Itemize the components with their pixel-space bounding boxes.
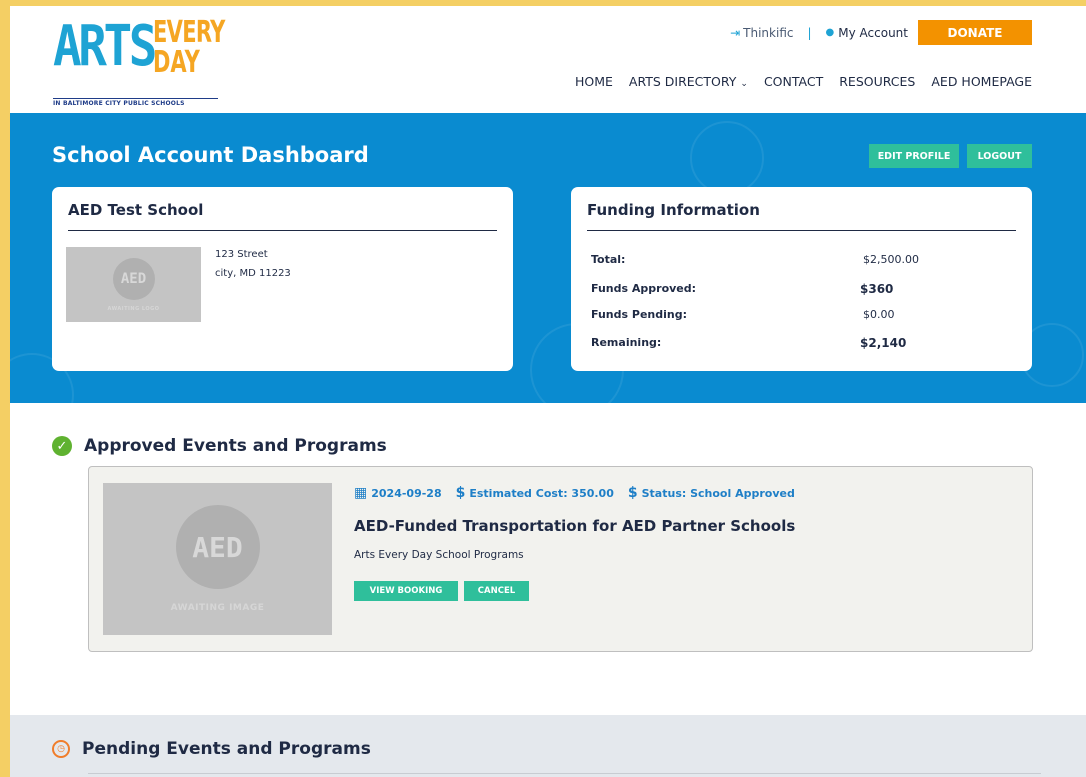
approved-heading-text: Approved Events and Programs xyxy=(84,436,387,456)
edit-profile-button[interactable]: EDIT PROFILE xyxy=(869,144,959,168)
funding-label: Funds Pending: xyxy=(591,308,687,321)
card-divider xyxy=(587,230,1016,231)
funding-label: Remaining: xyxy=(591,336,662,349)
funding-label: Funds Approved: xyxy=(591,282,697,295)
funding-value: $360 xyxy=(860,282,894,296)
school-logo-placeholder: AED AWAITING LOGO xyxy=(66,247,201,322)
view-booking-button[interactable]: VIEW BOOKING xyxy=(354,581,458,601)
school-name: AED Test School xyxy=(68,201,204,219)
donate-button[interactable]: DONATE xyxy=(918,20,1032,45)
dashboard-hero: School Account Dashboard EDIT PROFILE LO… xyxy=(10,113,1086,403)
utility-separator: | xyxy=(807,25,812,40)
my-account-label: My Account xyxy=(838,25,908,40)
doodle-shape xyxy=(690,121,764,195)
my-account-link[interactable]: ● My Account xyxy=(826,26,908,40)
logo-tagline: IN BALTIMORE CITY PUBLIC SCHOOLS xyxy=(53,98,218,107)
event-status-text: Status: School Approved xyxy=(641,486,795,500)
cancel-button[interactable]: CANCEL xyxy=(464,581,529,601)
main-nav: HOME ARTS DIRECTORY ⌄ CONTACT RESOURCES … xyxy=(575,74,1032,89)
school-address: 123 Street city, MD 11223 xyxy=(215,245,291,283)
arts-every-day-logo[interactable]: ARTS EVERY DAY IN BALTIMORE CITY PUBLIC … xyxy=(53,14,225,107)
user-icon: ● xyxy=(825,27,835,38)
funding-title: Funding Information xyxy=(587,201,760,219)
logo-day: DAY xyxy=(153,45,200,80)
funding-label: Total: xyxy=(591,253,626,266)
thinkific-label: Thinkific xyxy=(743,25,794,40)
logo-every: EVERY xyxy=(153,15,225,50)
calendar-icon: ▦ xyxy=(354,485,368,501)
card-divider xyxy=(68,230,497,231)
event-status: $ Status: School Approved xyxy=(628,485,795,501)
funding-card: Funding Information Total: $2,500.00 Fun… xyxy=(571,187,1032,371)
check-circle-icon: ✓ xyxy=(52,436,72,456)
pending-card-edge xyxy=(88,773,1041,774)
approved-section-heading: ✓ Approved Events and Programs xyxy=(52,436,387,456)
event-image-placeholder: AED AWAITING IMAGE xyxy=(103,483,332,635)
event-cost: $ Estimated Cost: 350.00 xyxy=(456,485,614,501)
event-date-text: 2024-09-28 xyxy=(371,486,442,500)
dollar-icon: $ xyxy=(455,485,466,501)
event-date: ▦ 2024-09-28 xyxy=(354,485,442,501)
site-header: ARTS EVERY DAY IN BALTIMORE CITY PUBLIC … xyxy=(10,6,1086,113)
event-subtitle: Arts Every Day School Programs xyxy=(354,549,524,561)
aed-logo-icon: AED xyxy=(175,505,260,589)
funding-value: $2,500.00 xyxy=(863,253,919,266)
thinkific-link[interactable]: ⇥ Thinkific xyxy=(730,26,793,40)
pending-heading-text: Pending Events and Programs xyxy=(82,739,371,759)
nav-resources[interactable]: RESOURCES xyxy=(839,74,915,89)
page-title: School Account Dashboard xyxy=(52,143,369,167)
aed-logo-icon: AED xyxy=(112,257,155,300)
nav-home[interactable]: HOME xyxy=(575,74,613,89)
frame-left xyxy=(0,0,10,777)
funding-value: $2,140 xyxy=(860,336,907,350)
event-title[interactable]: AED-Funded Transportation for AED Partne… xyxy=(354,517,795,535)
dollar-icon: $ xyxy=(627,485,638,501)
nav-arts-directory[interactable]: ARTS DIRECTORY ⌄ xyxy=(629,74,748,89)
logout-button[interactable]: LOGOUT xyxy=(967,144,1032,168)
address-line-1: 123 Street xyxy=(215,249,268,260)
timer-icon: ◷ xyxy=(52,740,70,758)
login-arrow-icon: ⇥ xyxy=(730,25,741,40)
event-cost-text: Estimated Cost: 350.00 xyxy=(469,486,614,500)
school-card: AED Test School AED AWAITING LOGO 123 St… xyxy=(52,187,513,371)
pending-section: ◷ Pending Events and Programs xyxy=(10,715,1086,777)
funding-value: $0.00 xyxy=(863,308,895,321)
approved-event-card: AED AWAITING IMAGE ▦ 2024-09-28 $ Estimate… xyxy=(88,466,1033,652)
nav-contact[interactable]: CONTACT xyxy=(764,74,823,89)
utility-bar: ⇥ Thinkific | ● My Account DONATE xyxy=(730,20,1032,45)
event-meta: ▦ 2024-09-28 $ Estimated Cost: 350.00 $ Sta… xyxy=(354,485,795,501)
nav-arts-directory-label: ARTS DIRECTORY xyxy=(628,74,737,89)
address-line-2: city, MD 11223 xyxy=(215,268,291,279)
logo-arts: ARTS xyxy=(53,14,157,79)
chevron-down-icon: ⌄ xyxy=(740,79,748,89)
pending-section-heading: ◷ Pending Events and Programs xyxy=(52,739,371,759)
nav-aed-homepage[interactable]: AED HOMEPAGE xyxy=(931,74,1032,89)
awaiting-logo-label: AWAITING LOGO xyxy=(107,305,160,312)
awaiting-image-label: AWAITING IMAGE xyxy=(170,603,265,613)
